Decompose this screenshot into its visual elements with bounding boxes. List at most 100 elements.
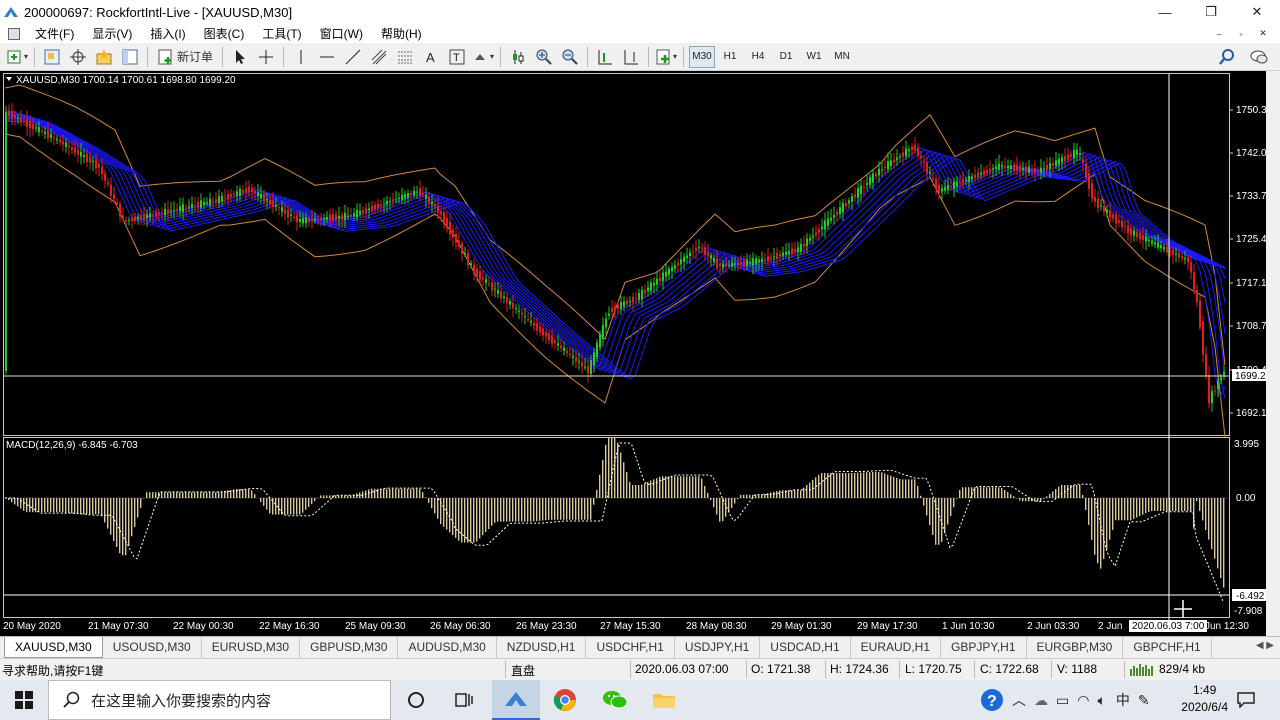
tab-eurgbp-m30[interactable]: EURGBP,M30: [1027, 637, 1124, 658]
menu-view[interactable]: 显示(V): [83, 25, 141, 42]
maximize-button[interactable]: ❐: [1188, 0, 1234, 24]
new-order-button[interactable]: 新订单: [153, 46, 217, 68]
timeframe-h4[interactable]: H4: [745, 46, 771, 68]
market-watch-button[interactable]: [92, 46, 116, 68]
cortana-button[interactable]: [392, 680, 440, 720]
tab-eurusd-m30[interactable]: EURUSD,M30: [202, 637, 301, 658]
minimize-button[interactable]: —: [1142, 0, 1188, 24]
tab-audusd-m30[interactable]: AUDUSD,M30: [398, 637, 497, 658]
timeframe-w1[interactable]: W1: [801, 46, 827, 68]
macd-bar: [800, 490, 802, 498]
tab-nzdusd-h1[interactable]: NZDUSD,H1: [497, 637, 587, 658]
candle-body: [713, 258, 715, 262]
text-tool-button[interactable]: A: [419, 46, 443, 68]
help-icon[interactable]: ?: [980, 688, 1004, 712]
candle-body: [260, 193, 262, 199]
pen-icon[interactable]: ✎: [1138, 692, 1150, 709]
profiles-button[interactable]: [40, 46, 64, 68]
wifi-icon[interactable]: ◠: [1077, 692, 1089, 709]
menu-tools[interactable]: 工具(T): [253, 25, 310, 42]
fibonacci-button[interactable]: [393, 46, 417, 68]
taskbar-metatrader[interactable]: [492, 680, 540, 720]
start-button[interactable]: [0, 680, 48, 720]
timeframe-h1[interactable]: H1: [717, 46, 743, 68]
macd-bar: [152, 492, 154, 498]
tab-usdjpy-h1[interactable]: USDJPY,H1: [675, 637, 761, 658]
navigator-button[interactable]: [118, 46, 142, 68]
indicators-button[interactable]: ▾: [654, 46, 678, 68]
timeframe-m30[interactable]: M30: [689, 45, 716, 68]
macd-bar: [500, 498, 502, 522]
volume-icon[interactable]: 🔈︎: [1097, 692, 1105, 709]
battery-icon[interactable]: ▭: [1056, 692, 1069, 709]
label-tool-button[interactable]: T: [445, 46, 469, 68]
macd-bar: [443, 498, 445, 527]
task-view-button[interactable]: [440, 680, 488, 720]
zoom-in-button[interactable]: [532, 46, 556, 68]
channel-button[interactable]: [367, 46, 391, 68]
mdi-minimize-button[interactable]: –: [1208, 25, 1230, 42]
tab-gbpchf-h1[interactable]: GBPCHF,H1: [1123, 637, 1212, 658]
mdi-close-button[interactable]: ✕: [1252, 25, 1274, 42]
notification-center-button[interactable]: [1224, 680, 1268, 720]
tab-gbpjpy-h1[interactable]: GBPJPY,H1: [941, 637, 1027, 658]
trendline-button[interactable]: [341, 46, 365, 68]
cursor-tool-button[interactable]: [228, 46, 252, 68]
timeframe-mn[interactable]: MN: [829, 46, 855, 68]
macd-bar: [1007, 492, 1009, 498]
chart-shift-button[interactable]: [619, 46, 643, 68]
zoom-out-button[interactable]: [558, 46, 582, 68]
menu-insert[interactable]: 插入(I): [141, 25, 194, 42]
chart-window-icon[interactable]: [8, 27, 20, 40]
menu-help[interactable]: 帮助(H): [372, 25, 431, 42]
candle-body: [773, 256, 775, 258]
chart-window[interactable]: XAUUSD,M30 1700.14 1700.61 1698.80 1699.…: [0, 71, 1280, 636]
tab-gbpusd-m30[interactable]: GBPUSD,M30: [300, 637, 399, 658]
candle-body: [698, 247, 700, 249]
search-button[interactable]: [1215, 46, 1239, 68]
macd-bar: [527, 498, 529, 522]
chat-button[interactable]: [1247, 46, 1271, 68]
candle-body: [74, 147, 76, 154]
taskbar-chrome[interactable]: [541, 680, 589, 720]
macd-bar: [1046, 496, 1048, 498]
macd-bar: [113, 498, 115, 541]
candle-body: [641, 289, 643, 299]
cloud-icon[interactable]: ☁: [1034, 692, 1048, 709]
timeframe-d1[interactable]: D1: [773, 46, 799, 68]
horizontal-line-button[interactable]: [315, 46, 339, 68]
macd-bar: [479, 498, 481, 539]
connection-bars-icon: [1130, 664, 1153, 676]
price-chart[interactable]: XAUUSD,M30 1700.14 1700.61 1698.80 1699.…: [0, 71, 1266, 636]
taskbar-wechat[interactable]: [591, 680, 639, 720]
candle-body: [365, 207, 367, 213]
candle-body: [830, 217, 832, 221]
candle-body: [911, 146, 913, 150]
candle-body: [686, 255, 688, 259]
menu-charts[interactable]: 图表(C): [195, 25, 254, 42]
tab-scroll-arrows[interactable]: ◀ ▶: [1256, 640, 1274, 651]
tab-usdcad-h1[interactable]: USDCAD,H1: [760, 637, 851, 658]
vertical-line-button[interactable]: [289, 46, 313, 68]
taskbar-clock[interactable]: 1:49 2020/6/4: [1181, 682, 1228, 716]
arrows-tool-button[interactable]: ▾: [471, 46, 495, 68]
crosshair-button[interactable]: [254, 46, 278, 68]
tab-xauusd-m30[interactable]: XAUUSD,M30: [4, 637, 103, 658]
ime-indicator[interactable]: 中: [1116, 690, 1130, 710]
taskbar-file-explorer[interactable]: [640, 680, 688, 720]
chevron-up-icon[interactable]: ︿: [1012, 690, 1026, 710]
tab-euraud-h1[interactable]: EURAUD,H1: [851, 637, 942, 658]
autoscroll-button[interactable]: [593, 46, 617, 68]
macd-bar: [1118, 498, 1120, 521]
mdi-restore-button[interactable]: ▫: [1230, 25, 1252, 42]
macd-bar: [884, 473, 886, 498]
crosshair-tool-button[interactable]: [66, 46, 90, 68]
new-chart-button[interactable]: ▾: [5, 46, 29, 68]
menu-window[interactable]: 窗口(W): [311, 25, 372, 42]
menu-file[interactable]: 文件(F): [26, 25, 83, 42]
tab-usousd-m30[interactable]: USOUSD,M30: [103, 637, 202, 658]
candlestick-button[interactable]: [506, 46, 530, 68]
close-button[interactable]: ✕: [1234, 0, 1280, 24]
taskbar-search-box[interactable]: 在这里输入你要搜索的内容: [48, 680, 391, 720]
tab-usdchf-h1[interactable]: USDCHF,H1: [586, 637, 675, 658]
